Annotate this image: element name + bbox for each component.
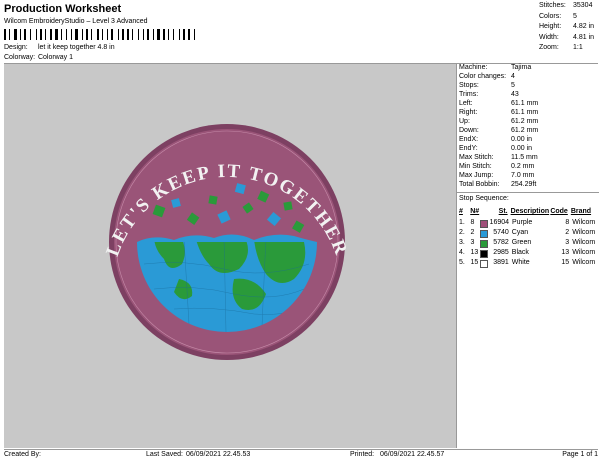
zoom-value: 1:1 <box>573 44 583 51</box>
design-canvas: LET'S KEEP IT TOGETHER <box>4 64 457 448</box>
max-stitch-value: 11.5 mm <box>511 154 538 161</box>
row-num: 15 <box>470 259 479 266</box>
header-code: Code <box>550 208 568 215</box>
summary-panel: Stitches: 35304 Colors: 5 Height: 4.82 in W… <box>539 2 599 55</box>
stops-label: Stops: <box>459 82 479 89</box>
machine-panel: Machine: Tajima Color changes: 4 Stops: 5 T… <box>457 64 599 448</box>
endx-label: EndX: <box>459 136 479 143</box>
stitches-label: Stitches: <box>539 2 566 9</box>
design-label: Design: <box>4 44 28 51</box>
total-bobbin-value: 254.29ft <box>511 181 537 188</box>
machine-label: Machine: <box>459 64 488 71</box>
footer: Created By: Last Saved: 06/09/2021 22.45… <box>4 451 598 458</box>
row-code: 15 <box>561 259 570 266</box>
sidebar-divider <box>457 192 599 193</box>
down-label: Down: <box>459 127 479 134</box>
header-brand: Brand <box>570 208 592 215</box>
header-desc: Description <box>510 208 550 215</box>
stop-sequence-title: Stop Sequence: <box>459 195 509 202</box>
endy-value: 0.00 in <box>511 145 533 152</box>
software-subtitle: Wilcom EmbroideryStudio – Level 3 Advanc… <box>4 18 148 25</box>
header-st: St. <box>498 208 508 215</box>
up-label: Up: <box>459 118 470 125</box>
header-n: # <box>459 208 463 215</box>
trims-label: Trims: <box>459 91 479 98</box>
page-title: Production Worksheet <box>4 3 122 15</box>
last-saved-label: Last Saved: <box>146 451 183 458</box>
height-label: Height: <box>539 23 562 30</box>
embroidery-design: LET'S KEEP IT TOGETHER <box>102 124 350 360</box>
color-changes-value: 4 <box>511 73 515 80</box>
zoom-label: Zoom: <box>539 44 559 51</box>
color-swatch <box>480 240 489 248</box>
color-swatch <box>480 250 489 258</box>
printed-value: 06/09/2021 22.45.57 <box>380 451 445 458</box>
width-value: 4.81 in <box>573 33 595 41</box>
min-stitch-label: Min Stitch: <box>459 163 492 170</box>
created-by-label: Created By: <box>4 451 41 458</box>
colors-label: Colors: <box>539 12 562 20</box>
colorway-value: Colorway 1 <box>37 54 73 61</box>
right-value: 61.1 mm <box>511 109 539 116</box>
stops-value: 5 <box>511 82 515 89</box>
color-swatch <box>480 220 488 228</box>
table-row: 5. 15 3891 White 15 Wilcom <box>459 259 599 270</box>
page-indicator: Page 1 of 1 <box>562 451 598 458</box>
design-value: let it keep together 4.8 in <box>37 44 115 51</box>
left-value: 61.1 mm <box>511 100 539 107</box>
row-brand: Wilcom <box>572 259 596 266</box>
colors-value: 5 <box>573 12 577 20</box>
header-num: N# <box>470 208 480 215</box>
stop-sequence-header: # N# St. Description Code Brand <box>459 208 597 215</box>
left-label: Left: <box>459 100 473 107</box>
endy-label: EndY: <box>459 145 478 152</box>
total-bobbin-label: Total Bobbin: <box>459 181 500 188</box>
footer-divider <box>4 449 598 450</box>
stitches-value: 35304 <box>573 2 593 9</box>
barcode <box>4 29 195 40</box>
color-swatch <box>480 230 489 238</box>
machine-value: Tajima <box>511 64 532 71</box>
endx-value: 0.00 in <box>511 136 533 143</box>
color-swatch <box>480 260 489 268</box>
max-jump-label: Max Jump: <box>459 172 494 179</box>
row-n: 5. <box>459 259 465 266</box>
right-label: Right: <box>459 109 478 116</box>
design-row: Design: let it keep together 4.8 in <box>4 44 115 51</box>
printed-label: Printed: <box>350 451 375 458</box>
height-value: 4.82 in <box>573 23 595 30</box>
colorway-label: Colorway: <box>4 54 36 61</box>
down-value: 61.2 mm <box>511 127 539 134</box>
max-stitch-label: Max Stitch: <box>459 154 494 161</box>
row-desc: White <box>511 259 530 266</box>
color-changes-label: Color changes: <box>459 73 507 80</box>
width-label: Width: <box>539 33 559 41</box>
trims-value: 43 <box>511 91 519 98</box>
max-jump-value: 7.0 mm <box>511 172 535 179</box>
min-stitch-value: 0.2 mm <box>511 163 535 170</box>
colorway-row: Colorway: Colorway 1 <box>4 54 73 61</box>
row-st: 3891 <box>493 259 509 266</box>
last-saved-value: 06/09/2021 22.45.53 <box>186 451 251 458</box>
up-value: 61.2 mm <box>511 118 539 125</box>
